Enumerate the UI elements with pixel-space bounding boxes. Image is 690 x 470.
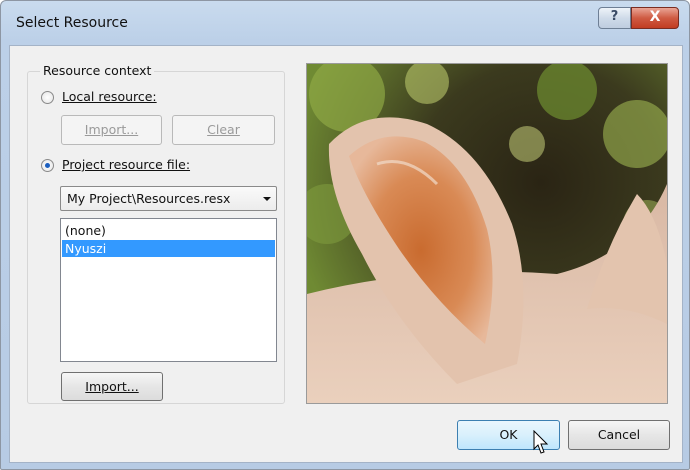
help-button[interactable]: ? [598,7,631,29]
mouse-pointer-icon [533,430,549,454]
resource-file-value: My Project\Resources.resx [67,191,231,206]
clear-label: Clear [207,122,240,137]
close-button[interactable]: X [631,7,679,29]
window-title: Select Resource [16,15,128,31]
resource-list[interactable]: (none) Nyuszi [60,218,277,362]
list-item-none[interactable]: (none) [62,222,275,239]
project-import-button[interactable]: Import... [61,372,163,401]
local-import-button[interactable]: Import... [61,115,162,145]
resource-preview [297,56,671,404]
list-item-nyuszi[interactable]: Nyuszi [62,240,275,257]
local-import-label: Import... [84,122,139,137]
ok-label: OK [499,427,518,442]
resource-context-label: Resource context [40,63,155,78]
project-resource-radio[interactable] [41,159,54,172]
project-resource-label[interactable]: Project resource file: [62,157,190,172]
chevron-down-icon [263,197,271,201]
close-icon: X [649,9,661,25]
local-resource-label[interactable]: Local resource: [62,89,157,104]
help-icon: ? [610,9,619,24]
cancel-label: Cancel [597,427,641,442]
clear-button[interactable]: Clear [172,115,275,145]
project-import-label: Import... [85,379,139,394]
resource-file-dropdown[interactable]: My Project\Resources.resx [60,186,277,211]
cancel-button[interactable]: Cancel [568,420,670,450]
local-resource-radio[interactable] [41,91,54,104]
rabbit-ear-photo [297,56,671,403]
